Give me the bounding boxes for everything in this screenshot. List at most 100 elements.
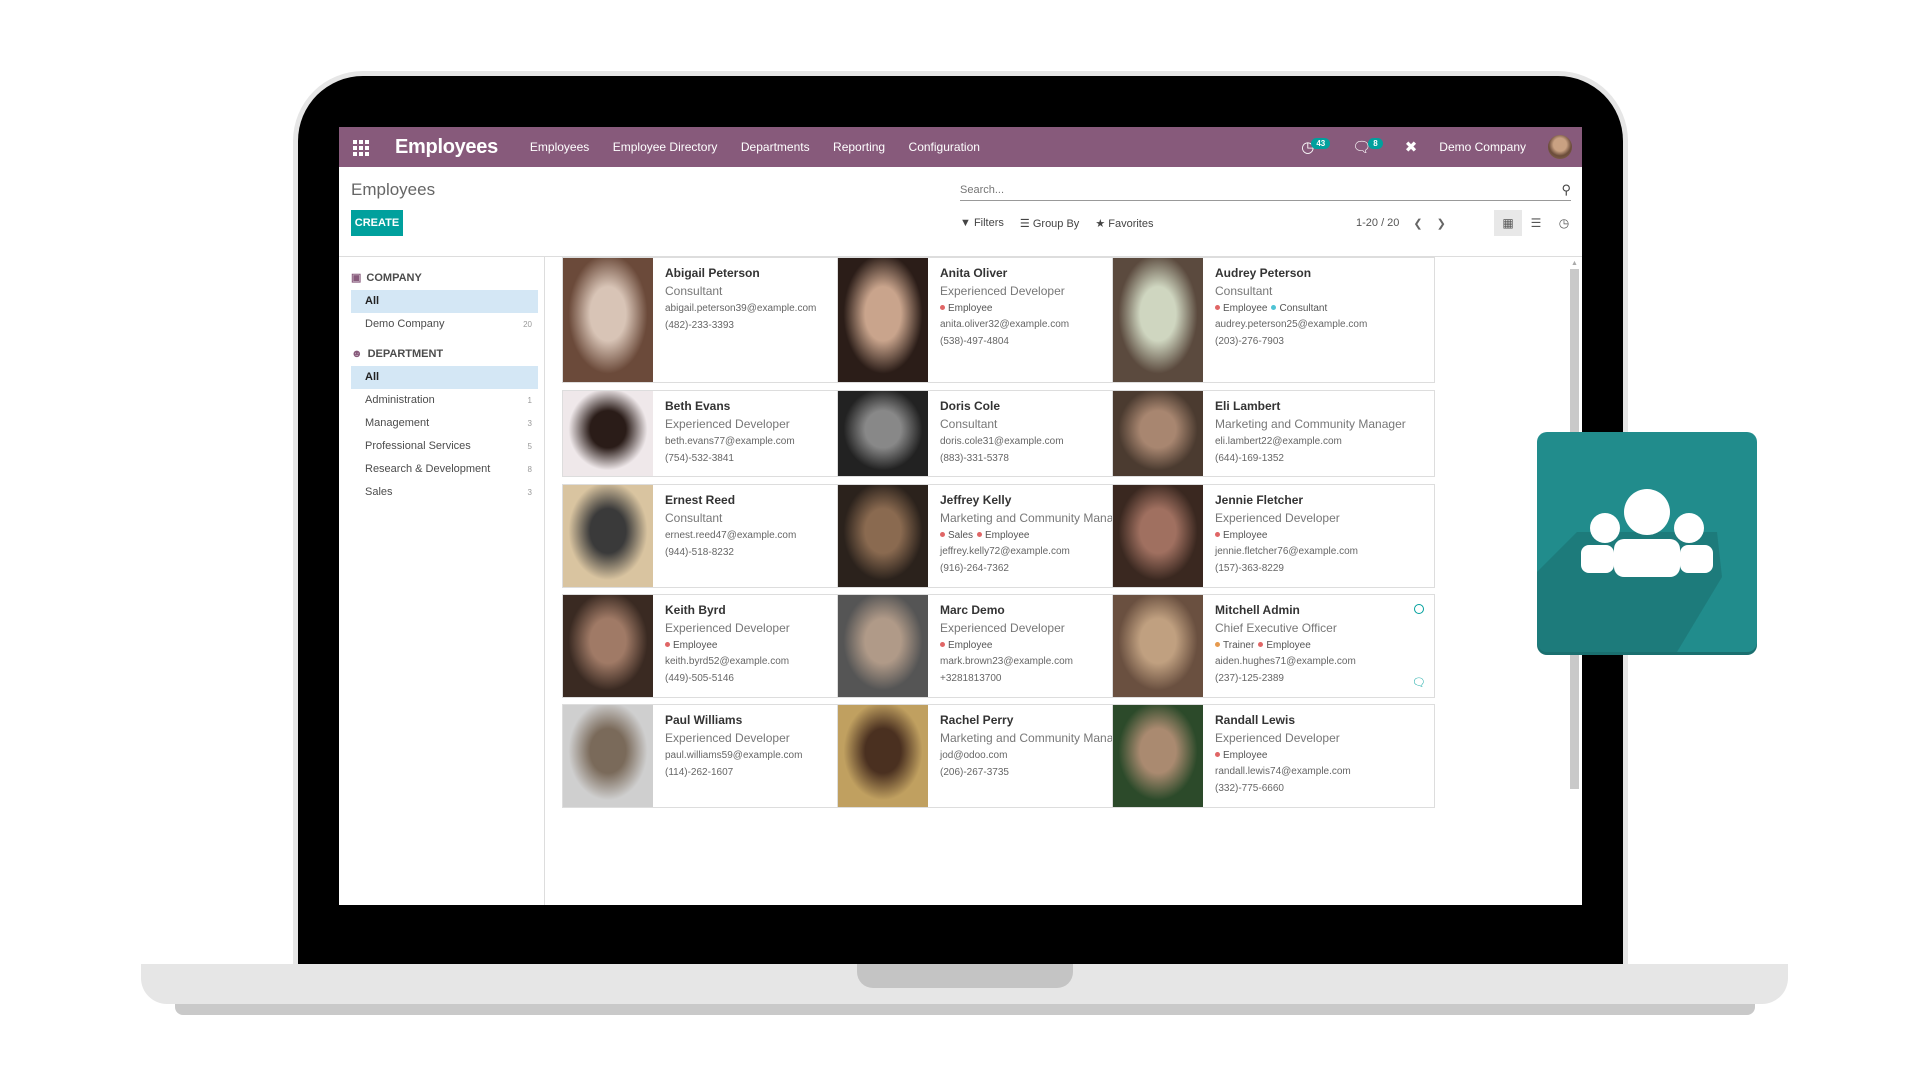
pager-value[interactable]: 1-20 / 20 — [1356, 217, 1399, 230]
favorites-button[interactable]: ★ Favorites — [1095, 217, 1153, 230]
star-icon: ★ — [1095, 218, 1106, 230]
pager-previous-icon[interactable]: ❮ — [1413, 217, 1422, 230]
search-input[interactable] — [960, 179, 1540, 196]
company-title-label: COMPANY — [366, 271, 422, 284]
navbar: Employees Employees Employee Directory D… — [339, 127, 1582, 167]
employee-tag: Employee — [665, 640, 717, 651]
bars-icon: ☰ — [1019, 218, 1030, 230]
employee-email: aiden.hughes71@example.com — [1215, 656, 1356, 667]
employee-job-title: Consultant — [1215, 284, 1273, 298]
employee-photo — [838, 258, 928, 382]
tag-color-dot — [940, 532, 945, 537]
employee-phone: (332)-775-6660 — [1215, 783, 1284, 794]
employee-info: Jennie Fletcher Experienced Developer Empl… — [1203, 485, 1434, 587]
employee-photo — [1113, 258, 1203, 382]
employee-job-title: Experienced Developer — [1215, 731, 1340, 745]
breadcrumb: Employees — [351, 180, 436, 199]
tag-label: Trainer — [1223, 640, 1255, 651]
company-filter-all[interactable]: All — [351, 290, 538, 313]
employee-name: Audrey Peterson — [1215, 266, 1312, 280]
employee-job-title: Marketing and Community Manager — [1215, 417, 1406, 431]
menu-employee-directory[interactable]: Employee Directory — [613, 140, 718, 154]
filter-count: 3 — [527, 419, 532, 428]
company-switcher[interactable]: Demo Company — [1439, 140, 1526, 154]
search-icon[interactable]: ⚲ — [1561, 182, 1571, 198]
employee-email: eli.lambert22@example.com — [1215, 436, 1342, 447]
search-options: ▼ Filters ☰ Group By ★ Favorites — [960, 217, 1154, 230]
app-title: Employees — [395, 135, 498, 158]
department-filter-management[interactable]: Management 3 — [351, 412, 538, 435]
employee-photo — [563, 485, 653, 587]
activity-view-icon[interactable]: ◷ — [1550, 210, 1578, 236]
filter-label: Professional Services — [365, 440, 471, 452]
employee-info: Randall Lewis Experienced Developer Employ… — [1203, 705, 1434, 807]
company-filter-demo-company[interactable]: Demo Company 20 — [351, 313, 538, 336]
filter-count: 20 — [523, 320, 532, 329]
employee-tag: Employee — [1215, 303, 1267, 314]
tag-color-dot — [940, 305, 945, 310]
employee-card[interactable]: Eli Lambert Marketing and Community Manag… — [1112, 390, 1435, 477]
employee-phone: (203)-276-7903 — [1215, 336, 1284, 347]
messaging-menu[interactable]: 🗨 8 — [1352, 137, 1383, 156]
filter-label: Sales — [365, 486, 393, 498]
employee-phone: (157)-363-8229 — [1215, 563, 1284, 574]
users-icon: ☻ — [351, 348, 363, 360]
presence-status-icon — [1414, 604, 1424, 614]
employee-name: Mitchell Admin — [1215, 603, 1300, 617]
user-avatar[interactable] — [1548, 135, 1572, 159]
list-view-icon[interactable]: ☰ — [1522, 210, 1550, 236]
pager-next-icon[interactable]: ❯ — [1437, 217, 1446, 230]
department-section-title: ☻ DEPARTMENT — [351, 348, 538, 360]
create-button[interactable]: CREATE — [351, 210, 403, 236]
employee-card[interactable]: Mitchell Admin Chief Executive Officer Tra… — [1112, 594, 1435, 698]
employee-name: Randall Lewis — [1215, 713, 1296, 727]
employee-tag: Consultant — [1271, 303, 1327, 314]
department-filter-administration[interactable]: Administration 1 — [351, 389, 538, 412]
menu-reporting[interactable]: Reporting — [833, 140, 885, 154]
employee-photo — [838, 595, 928, 697]
employee-photo — [1113, 485, 1203, 587]
debug-tools[interactable]: ✖ — [1405, 138, 1418, 156]
employee-email: randall.lewis74@example.com — [1215, 766, 1351, 777]
scroll-up-icon[interactable]: ▲ — [1570, 260, 1579, 267]
employee-tag: Employee — [1215, 750, 1267, 761]
employee-photo — [1113, 391, 1203, 476]
search-bar: ⚲ — [960, 179, 1571, 201]
tag-label: Employee — [948, 640, 993, 651]
groupby-button[interactable]: ☰ Group By — [1020, 217, 1079, 230]
menu-employees[interactable]: Employees — [530, 140, 589, 154]
search-panel: ▣ COMPANY All Demo Company 20 ☻ DEPARTMENT… — [339, 257, 545, 905]
employee-tag: Employee — [977, 530, 1029, 541]
menu-configuration[interactable]: Configuration — [909, 140, 980, 154]
building-icon: ▣ — [351, 272, 362, 284]
employee-tags: Employee Consultant — [1215, 303, 1434, 314]
messages-badge: 8 — [1368, 137, 1383, 149]
employee-card[interactable]: Randall Lewis Experienced Developer Employ… — [1112, 704, 1435, 808]
chat-icon[interactable]: 🗨 — [1412, 676, 1426, 689]
department-filter-all[interactable]: All — [351, 366, 538, 389]
employee-card[interactable]: Audrey Peterson Consultant Employee Consult… — [1112, 257, 1435, 383]
tag-label: Employee — [1223, 530, 1268, 541]
employee-job-title: Experienced Developer — [1215, 511, 1340, 525]
systray: ◷ 43 🗨 8 ✖ Demo Company — [1301, 135, 1582, 159]
department-filter-research-development[interactable]: Research & Development 8 — [351, 458, 538, 481]
employee-photo — [563, 258, 653, 382]
menu-departments[interactable]: Departments — [741, 140, 810, 154]
employee-card[interactable]: Jennie Fletcher Experienced Developer Empl… — [1112, 484, 1435, 588]
activity-menu[interactable]: ◷ 43 — [1301, 137, 1331, 156]
filters-button[interactable]: ▼ Filters — [960, 217, 1004, 230]
employee-job-title: Chief Executive Officer — [1215, 621, 1337, 635]
department-filter-professional-services[interactable]: Professional Services 5 — [351, 435, 538, 458]
laptop-base-shadow — [175, 1004, 1755, 1015]
employee-phone: (237)-125-2389 — [1215, 673, 1284, 684]
tag-label: Consultant — [1279, 303, 1328, 314]
filter-label: Administration — [365, 394, 435, 406]
employee-photo — [838, 705, 928, 807]
filter-count: 5 — [527, 442, 532, 451]
employee-name: Eli Lambert — [1215, 399, 1281, 413]
kanban-view-icon[interactable]: ▦ — [1494, 210, 1522, 236]
employee-photo — [563, 595, 653, 697]
apps-menu-icon[interactable] — [353, 140, 371, 156]
department-filter-sales[interactable]: Sales 3 — [351, 481, 538, 504]
tag-color-dot — [1215, 752, 1220, 757]
